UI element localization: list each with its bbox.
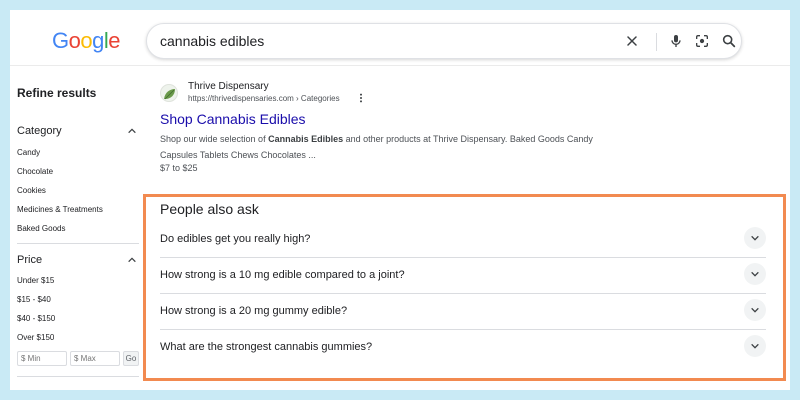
logo-letter: g xyxy=(92,28,104,53)
price-item-under-15[interactable]: Under $15 xyxy=(17,271,139,290)
price-item-40-150[interactable]: $40 - $150 xyxy=(17,309,139,328)
result-site-name[interactable]: Thrive Dispensary xyxy=(188,81,269,92)
category-label: Category xyxy=(17,125,62,137)
google-logo[interactable]: Google xyxy=(52,28,121,54)
search-box xyxy=(146,23,742,59)
price-facet-toggle[interactable]: Price xyxy=(17,254,139,268)
search-icon[interactable] xyxy=(721,33,737,49)
paa-question-text: What are the strongest cannabis gummies? xyxy=(160,341,373,353)
paa-question-row[interactable]: Do edibles get you really high? xyxy=(160,222,766,258)
category-item-medicines[interactable]: Medicines & Treatments xyxy=(17,200,139,219)
category-facet-toggle[interactable]: Category xyxy=(17,125,139,139)
snippet-highlight: Cannabis Edibles xyxy=(268,134,344,144)
price-item-15-40[interactable]: $15 - $40 xyxy=(17,290,139,309)
chevron-down-icon[interactable] xyxy=(744,227,766,249)
result-price-range: $7 to $25 xyxy=(160,163,198,173)
paa-question-text: How strong is a 10 mg edible compared to… xyxy=(160,269,405,281)
refine-results-heading: Refine results xyxy=(17,86,97,100)
people-also-ask-heading: People also ask xyxy=(160,201,259,217)
chevron-up-icon xyxy=(128,128,136,134)
search-input[interactable] xyxy=(160,24,600,58)
category-item-chocolate[interactable]: Chocolate xyxy=(17,162,139,181)
camera-lens-icon[interactable] xyxy=(694,33,710,49)
sidebar-divider xyxy=(17,376,139,377)
category-item-candy[interactable]: Candy xyxy=(17,143,139,162)
more-options-icon[interactable] xyxy=(358,93,364,103)
logo-letter: G xyxy=(52,28,69,53)
logo-letter: e xyxy=(108,28,121,53)
paa-question-text: How strong is a 20 mg gummy edible? xyxy=(160,305,348,317)
header-divider xyxy=(10,65,790,66)
refine-sidebar: Refine results Category Candy Chocolate … xyxy=(17,86,139,377)
browser-frame: Google Refine results Category xyxy=(10,10,790,390)
paa-question-row[interactable]: How strong is a 20 mg gummy edible? xyxy=(160,294,766,330)
price-max-input[interactable] xyxy=(70,351,120,366)
paa-question-text: Do edibles get you really high? xyxy=(160,233,311,245)
chevron-down-icon[interactable] xyxy=(744,299,766,321)
microphone-icon[interactable] xyxy=(668,33,684,49)
close-icon[interactable] xyxy=(624,33,640,49)
leaf-icon xyxy=(164,89,175,100)
logo-letter: o xyxy=(80,28,93,53)
snippet-text: Shop our wide selection of xyxy=(160,134,269,144)
price-range-inputs: Go xyxy=(17,351,139,366)
price-label: Price xyxy=(17,254,43,266)
paa-question-row[interactable]: How strong is a 10 mg edible compared to… xyxy=(160,258,766,294)
category-item-cookies[interactable]: Cookies xyxy=(17,181,139,200)
search-divider xyxy=(656,33,657,51)
category-item-baked-goods[interactable]: Baked Goods xyxy=(17,219,139,238)
price-item-over-150[interactable]: Over $150 xyxy=(17,328,139,347)
chevron-up-icon xyxy=(128,257,136,263)
site-favicon xyxy=(160,84,178,102)
result-url[interactable]: https://thrivedispensaries.com › Categor… xyxy=(188,94,340,103)
result-title-link[interactable]: Shop Cannabis Edibles xyxy=(160,111,306,127)
chevron-down-icon[interactable] xyxy=(744,263,766,285)
chevron-down-icon[interactable] xyxy=(744,335,766,357)
price-min-input[interactable] xyxy=(17,351,67,366)
people-also-ask: People also ask Do edibles get you reall… xyxy=(160,196,766,366)
logo-letter: o xyxy=(68,28,81,53)
result-snippet: Shop our wide selection of Cannabis Edib… xyxy=(160,131,610,163)
paa-question-row[interactable]: What are the strongest cannabis gummies? xyxy=(160,330,766,366)
price-go-button[interactable]: Go xyxy=(123,351,139,366)
